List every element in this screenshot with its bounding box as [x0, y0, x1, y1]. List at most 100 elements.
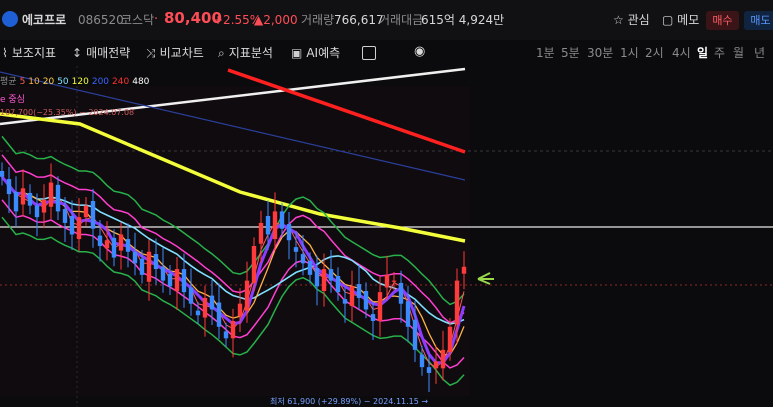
candle-body — [412, 319, 418, 350]
ai-icon: ▣ — [291, 46, 303, 60]
candle-body — [454, 280, 460, 325]
candle-body — [146, 251, 152, 282]
ma-legend: 평균 5 10 20 50 120 200 240 480 — [0, 77, 155, 88]
candle-body — [41, 199, 47, 213]
low-annotation: 최저 61,900 (+29.89%) − 2024.11.15 → — [270, 397, 429, 406]
candle-body — [195, 310, 201, 316]
buy-button[interactable]: 매수 — [706, 11, 739, 30]
candle-body — [321, 269, 327, 291]
candle-body — [6, 179, 12, 195]
candle-body — [132, 251, 138, 264]
trade-value-label: 거래대금 — [379, 13, 424, 27]
watch-button[interactable]: ☆ 관심 — [613, 12, 650, 28]
candle-body — [279, 211, 285, 229]
strategy-icon: ↕ — [72, 46, 83, 60]
ma-legend-200: 200 — [91, 77, 110, 87]
stock-code: 086520 — [78, 13, 124, 27]
candle-body — [433, 361, 439, 369]
ma-legend-20: 20 — [42, 77, 55, 87]
memo-button[interactable]: ▢ 메모 — [662, 12, 699, 28]
candle-body — [293, 247, 299, 252]
indicators-button[interactable]: ⌇ 보조지표 — [2, 45, 56, 61]
candle-body — [440, 349, 446, 369]
candle-body — [202, 297, 208, 318]
candle-body — [55, 184, 61, 212]
candle-body — [307, 261, 313, 275]
candle-body — [461, 266, 467, 274]
candle-body — [230, 321, 236, 339]
candle-body — [97, 235, 103, 246]
candle-body — [118, 234, 124, 251]
candle-body — [62, 209, 68, 223]
period-주[interactable]: 주 — [714, 45, 725, 61]
candle-body — [69, 216, 75, 235]
candle-body — [167, 273, 173, 287]
strategy-button[interactable]: ↕ 매매전략 — [72, 45, 130, 61]
candle-body — [83, 205, 89, 218]
compare-icon: ⤨ — [146, 46, 156, 60]
analysis-icon: ⌕ — [218, 46, 225, 60]
candle-body — [391, 280, 397, 282]
candle-body — [90, 201, 96, 229]
period-2시[interactable]: 2시 — [645, 45, 664, 61]
period-30분[interactable]: 30분 — [587, 45, 613, 61]
candle-body — [335, 276, 341, 293]
memo-icon: ▢ — [662, 13, 674, 27]
sell-button[interactable]: 매도 — [744, 11, 773, 30]
candle-body — [314, 267, 320, 287]
candle-body — [153, 254, 159, 270]
candle-body — [370, 314, 376, 321]
candle-body — [300, 254, 306, 264]
period-5분[interactable]: 5분 — [561, 45, 580, 61]
candle-body — [48, 182, 54, 207]
period-월[interactable]: 월 — [733, 45, 744, 61]
period-1분[interactable]: 1분 — [536, 45, 555, 61]
candle-body — [265, 216, 271, 235]
ma-legend-10: 10 — [28, 77, 40, 87]
stock-name: 에코프로 — [22, 13, 67, 27]
stock-logo-icon — [2, 11, 18, 27]
candle-body — [377, 292, 383, 321]
candle-body — [356, 284, 362, 298]
candle-body — [174, 269, 180, 291]
ai-predict-button[interactable]: ▣ AI예측 — [291, 45, 340, 61]
candle-body — [27, 192, 33, 206]
candle-body — [104, 240, 110, 249]
indicator-icon: ⌇ — [2, 46, 8, 60]
candle-body — [20, 188, 26, 205]
candle-body — [188, 287, 194, 304]
candle-body — [286, 224, 292, 241]
draw-rect-icon[interactable] — [362, 46, 376, 60]
candle-body — [405, 301, 411, 327]
star-icon: ☆ — [613, 13, 624, 27]
candle-body — [34, 205, 40, 218]
analysis-button[interactable]: ⌕ 지표분석 — [218, 45, 273, 61]
candle-body — [328, 269, 334, 281]
period-일[interactable]: 일 — [697, 45, 708, 61]
stock-market: 코스닥 — [121, 13, 155, 27]
candle-body — [237, 303, 243, 317]
candle-body — [342, 299, 348, 304]
ma-legend-120: 120 — [71, 77, 89, 87]
period-1시[interactable]: 1시 — [620, 45, 639, 61]
candle-body — [139, 258, 145, 275]
candle-body — [426, 367, 432, 373]
candle-body — [111, 237, 117, 258]
ma-legend-label: 평균 — [0, 77, 17, 87]
candle-body — [0, 171, 5, 177]
camera-icon[interactable]: ◉ — [414, 44, 425, 60]
candle-body — [160, 266, 166, 281]
candle-body — [244, 280, 250, 311]
period-4시[interactable]: 4시 — [672, 45, 691, 61]
candle-body — [223, 331, 229, 339]
period-년[interactable]: 년 — [754, 45, 765, 61]
volume-value: 766,617 — [334, 13, 384, 27]
candle-body — [419, 354, 425, 368]
ma-legend-480: 480 — [132, 77, 150, 87]
volume-label: 거래량 — [301, 13, 335, 27]
candle-body — [125, 239, 131, 252]
center-label: e 중심 — [0, 95, 25, 105]
candle-body — [258, 222, 264, 244]
compare-button[interactable]: ⤨ 비교차트 — [146, 45, 204, 61]
ma-legend-240: 240 — [112, 77, 130, 87]
